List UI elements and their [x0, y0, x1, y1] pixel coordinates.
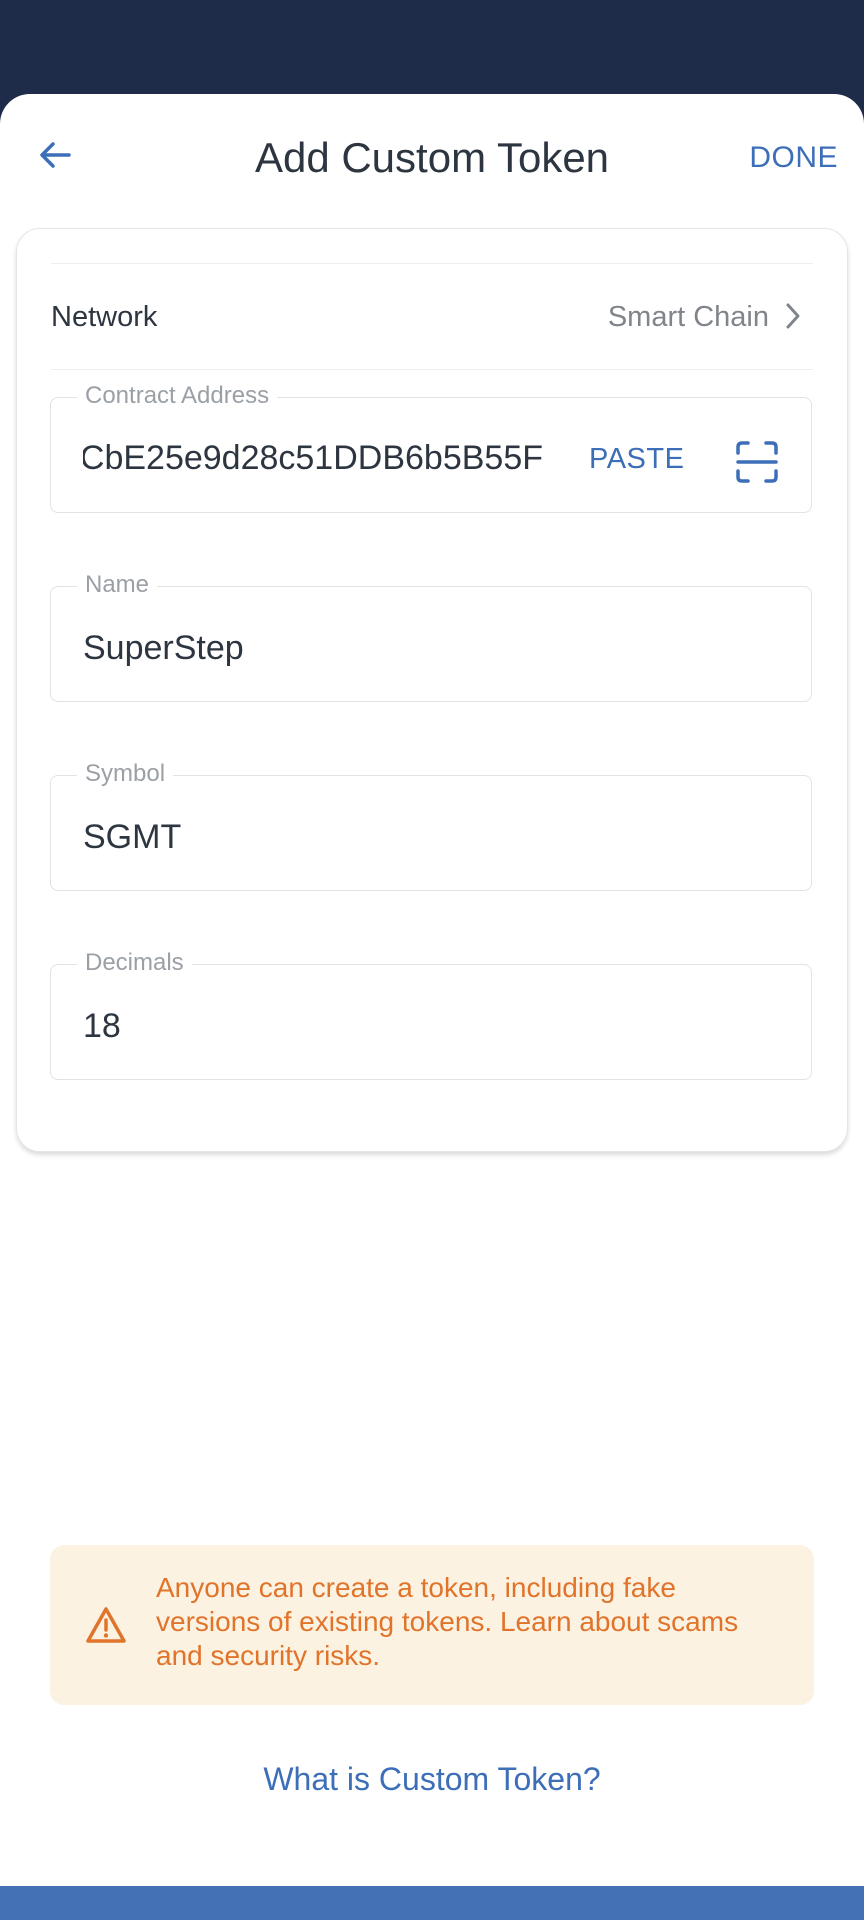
chevron-right-icon: [786, 303, 800, 329]
paste-button[interactable]: PASTE: [589, 442, 684, 476]
decimals-label: Decimals: [77, 949, 192, 977]
divider: [51, 369, 813, 370]
scan-qr-icon[interactable]: [735, 440, 779, 484]
bottom-bar: [0, 1886, 864, 1920]
name-field[interactable]: Name SuperStep: [50, 571, 812, 702]
contract-address-label: Contract Address: [77, 382, 278, 410]
symbol-value: SGMT: [83, 818, 182, 856]
symbol-label: Symbol: [77, 760, 174, 788]
divider: [51, 263, 813, 264]
network-value: Smart Chain: [607, 301, 769, 333]
what-is-custom-token-link[interactable]: What is Custom Token?: [0, 1759, 864, 1799]
warning-text: Anyone can create a token, including fak…: [156, 1572, 739, 1671]
network-label: Network: [51, 301, 158, 333]
header: Add Custom Token DONE: [0, 94, 864, 214]
name-value: SuperStep: [83, 629, 244, 667]
decimals-field[interactable]: Decimals 18: [50, 949, 812, 1080]
add-token-sheet: Add Custom Token DONE Network Smart Chai…: [0, 94, 864, 1920]
contract-address-value: CbE25e9d28c51DDB6b5B55F: [83, 439, 543, 477]
scam-warning-banner[interactable]: Anyone can create a token, including fak…: [50, 1545, 814, 1705]
contract-address-input[interactable]: CbE25e9d28c51DDB6b5B55F: [83, 436, 543, 484]
token-form-card: Network Smart Chain Contract Address CbE…: [16, 228, 848, 1152]
page-title: Add Custom Token: [254, 134, 610, 181]
decimals-value: 18: [83, 1007, 121, 1045]
symbol-field[interactable]: Symbol SGMT: [50, 760, 812, 891]
contract-address-field[interactable]: Contract Address CbE25e9d28c51DDB6b5B55F…: [50, 382, 812, 513]
name-label: Name: [77, 571, 158, 599]
done-button[interactable]: DONE: [749, 134, 838, 182]
warning-triangle-icon: [86, 1607, 126, 1643]
network-selector[interactable]: Network Smart Chain: [51, 265, 813, 369]
